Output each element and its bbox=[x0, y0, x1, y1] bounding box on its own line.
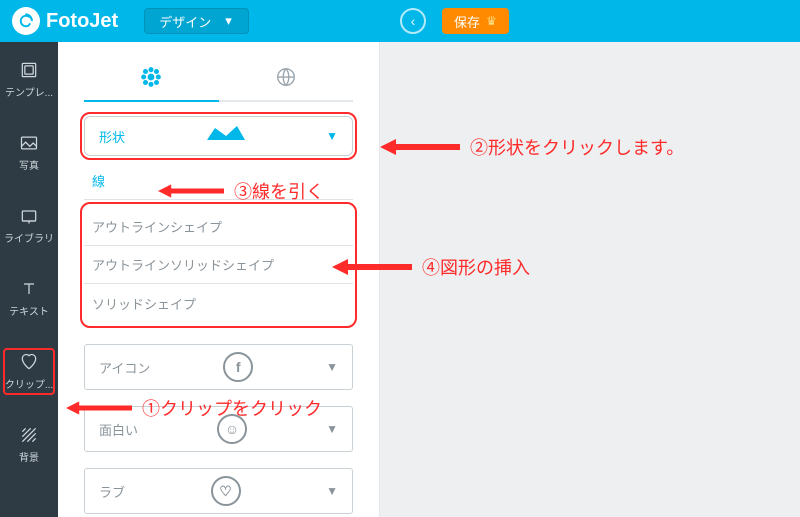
nav-library[interactable]: ライブラリ bbox=[2, 202, 56, 249]
shape-option-solid-label: ソリッドシェイプ bbox=[92, 294, 196, 313]
category-funny[interactable]: 面白い ☺ ▼ bbox=[84, 406, 353, 452]
chevron-left-icon: ‹ bbox=[411, 13, 416, 29]
shape-options: 線 アウトラインシェイプ アウトラインソリッドシェイプ ソリッドシェイプ bbox=[84, 162, 353, 324]
nav-text-label: テキスト bbox=[9, 303, 49, 318]
design-mode-label: デザイン bbox=[159, 12, 211, 31]
tab-shapes[interactable] bbox=[84, 66, 219, 88]
caret-down-icon: ▼ bbox=[326, 422, 338, 436]
top-bar: FotoJet デザイン ▾ ‹ 保存 ♛ bbox=[0, 0, 800, 42]
smile-icon: ☺ bbox=[217, 414, 247, 444]
shape-option-line[interactable]: 線 bbox=[84, 162, 353, 200]
logo: FotoJet bbox=[12, 7, 118, 35]
nav-text[interactable]: テキスト bbox=[7, 275, 51, 322]
brand-name: FotoJet bbox=[46, 10, 118, 33]
tab-row bbox=[84, 52, 353, 102]
shape-dropdown[interactable]: 形状 ▼ bbox=[84, 116, 353, 156]
nav-template-label: テンプレ... bbox=[5, 84, 53, 99]
clip-panel: 形状 ▼ 線 アウトラインシェイプ アウトラインソリッドシェイプ ソリッドシェイ… bbox=[58, 42, 380, 517]
caret-down-icon: ▼ bbox=[326, 129, 338, 143]
category-love[interactable]: ラブ ♡ ▼ bbox=[84, 468, 353, 514]
nav-clip[interactable]: クリップ... bbox=[3, 348, 55, 395]
nav-background[interactable]: 背景 bbox=[17, 421, 41, 468]
logo-icon bbox=[12, 7, 40, 35]
design-mode-dropdown[interactable]: デザイン ▾ bbox=[144, 8, 249, 34]
shape-option-outline-solid[interactable]: アウトラインソリッドシェイプ bbox=[84, 246, 353, 284]
category-funny-label: 面白い bbox=[99, 420, 138, 439]
facebook-icon: f bbox=[223, 352, 253, 382]
shape-dropdown-label: 形状 bbox=[99, 127, 125, 146]
nav-library-label: ライブラリ bbox=[4, 230, 54, 245]
nav-photo-label: 写真 bbox=[19, 157, 39, 172]
heart-icon: ♡ bbox=[211, 476, 241, 506]
category-icon[interactable]: アイコン f ▼ bbox=[84, 344, 353, 390]
category-icon-label: アイコン bbox=[99, 358, 150, 377]
shape-option-line-label: 線 bbox=[92, 171, 105, 190]
nav-clip-label: クリップ... bbox=[5, 376, 53, 391]
caret-down-icon: ▾ bbox=[225, 13, 232, 29]
nav-bg-label: 背景 bbox=[19, 449, 39, 464]
save-label: 保存 bbox=[454, 12, 480, 31]
category-love-label: ラブ bbox=[99, 482, 125, 501]
shape-crown-icon bbox=[205, 124, 247, 148]
shape-option-solid[interactable]: ソリッドシェイプ bbox=[84, 284, 353, 322]
caret-down-icon: ▼ bbox=[326, 360, 338, 374]
save-button[interactable]: 保存 ♛ bbox=[442, 8, 509, 34]
left-nav: テンプレ... 写真 ライブラリ テキスト クリップ... 背景 bbox=[0, 42, 58, 517]
canvas-area[interactable] bbox=[380, 42, 800, 517]
tab-underline bbox=[84, 100, 353, 102]
shape-option-outline-label: アウトラインシェイプ bbox=[92, 217, 222, 236]
nav-photo[interactable]: 写真 bbox=[17, 129, 41, 176]
crown-icon: ♛ bbox=[486, 14, 497, 28]
shape-option-outline[interactable]: アウトラインシェイプ bbox=[84, 208, 353, 246]
tab-web[interactable] bbox=[219, 66, 354, 88]
shape-option-outline-solid-label: アウトラインソリッドシェイプ bbox=[92, 255, 274, 274]
back-button[interactable]: ‹ bbox=[400, 8, 426, 34]
caret-down-icon: ▼ bbox=[326, 484, 338, 498]
nav-template[interactable]: テンプレ... bbox=[3, 56, 55, 103]
